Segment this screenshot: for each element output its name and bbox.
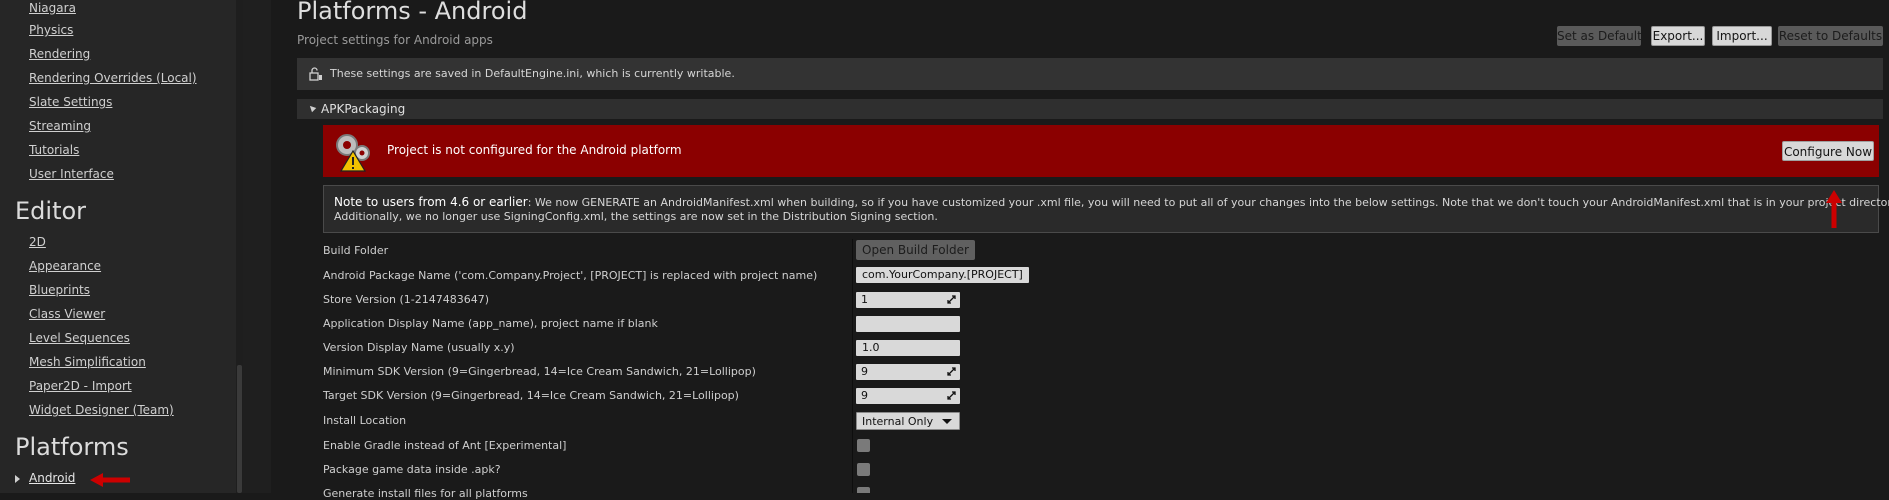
sidebar-item-rendering-overrides[interactable]: Rendering Overrides (Local) [29,71,197,85]
import-button[interactable]: Import... [1712,26,1772,46]
sidebar-item-rendering[interactable]: Rendering [29,47,90,61]
property-label-install-location: Install Location [323,414,407,427]
sidebar-item-slate-settings[interactable]: Slate Settings [29,95,112,109]
red-annotation-arrow-left-icon [90,473,130,487]
gears-warning-icon [336,134,370,172]
panel-gutter [243,0,271,493]
target-sdk-spinbox[interactable]: 9 [856,388,960,404]
chevron-down-icon [942,419,952,424]
config-info-bar: These settings are saved in DefaultEngin… [297,58,1883,90]
install-location-value: Internal Only [862,415,934,428]
category-title: APKPackaging [321,102,406,116]
resize-arrows-icon [947,391,956,400]
unlock-icon [309,67,322,81]
platform-not-configured-banner: Project is not configured for the Androi… [323,125,1879,177]
property-label-version-display: Version Display Name (usually x.y) [323,341,515,354]
property-label-app-name: Application Display Name (app_name), pro… [323,317,658,330]
enable-gradle-checkbox[interactable] [857,439,870,452]
red-annotation-arrow-up-icon [1826,190,1842,228]
resize-arrows-icon [947,367,956,376]
sidebar-item-paper2d-import[interactable]: Paper2D - Import [29,379,132,393]
sidebar-item-level-sequences[interactable]: Level Sequences [29,331,130,345]
target-sdk-value: 9 [861,389,868,402]
section-heading-platforms: Platforms [15,433,129,461]
collapse-arrow-icon [307,103,317,113]
property-label-store-version: Store Version (1-2147483647) [323,293,490,306]
set-as-default-button[interactable]: Set as Default [1557,26,1642,46]
sidebar-item-widget-designer[interactable]: Widget Designer (Team) [29,403,174,417]
page-subtitle: Project settings for Android apps [297,33,493,47]
resize-arrows-icon [947,295,956,304]
sidebar-item-blueprints[interactable]: Blueprints [29,283,90,297]
property-label-build-folder: Build Folder [323,244,389,257]
sidebar-item-niagara[interactable]: Niagara [29,1,76,15]
property-column-divider[interactable] [852,239,853,493]
sidebar-item-streaming[interactable]: Streaming [29,119,91,133]
sidebar-item-android[interactable]: Android [15,471,75,485]
note-body: : We now GENERATE an AndroidManifest.xml… [527,196,1889,209]
sidebar-item-physics[interactable]: Physics [29,23,73,37]
package-name-field[interactable]: com.YourCompany.[PROJECT] [856,267,1029,283]
property-label-package-name: Android Package Name ('com.Company.Proje… [323,269,818,282]
package-data-checkbox[interactable] [857,463,870,476]
sidebar-item-tutorials[interactable]: Tutorials [29,143,79,157]
property-label-min-sdk: Minimum SDK Version (9=Gingerbread, 14=I… [323,365,756,378]
property-label-generate-install: Generate install files for all platforms [323,487,528,500]
store-version-spinbox[interactable]: 1 [856,292,960,308]
category-header-apkpackaging[interactable]: APKPackaging [297,99,1883,119]
sidebar-item-appearance[interactable]: Appearance [29,259,101,273]
sidebar-item-user-interface[interactable]: User Interface [29,167,114,181]
settings-sidebar: Niagara Physics Rendering Rendering Over… [0,0,243,493]
generate-install-checkbox[interactable] [857,487,870,493]
min-sdk-value: 9 [861,365,868,378]
section-heading-editor: Editor [15,197,87,225]
store-version-value: 1 [861,293,868,306]
export-button[interactable]: Export... [1651,26,1705,46]
sidebar-scrollbar-thumb[interactable] [237,365,242,493]
version-display-field[interactable]: 1.0 [856,340,960,356]
app-name-field[interactable] [856,316,960,332]
note-line-2: Additionally, we no longer use SigningCo… [334,210,938,223]
install-location-dropdown[interactable]: Internal Only [856,412,960,430]
note-heading: Note to users from 4.6 or earlier [334,195,528,209]
open-build-folder-button[interactable]: Open Build Folder [856,240,975,260]
min-sdk-spinbox[interactable]: 9 [856,364,960,380]
property-label-enable-gradle: Enable Gradle instead of Ant [Experiment… [323,439,567,452]
reset-to-defaults-button[interactable]: Reset to Defaults [1778,26,1883,46]
configure-now-button[interactable]: Configure Now [1782,141,1874,161]
sidebar-item-class-viewer[interactable]: Class Viewer [29,307,105,321]
expand-arrow-icon [15,474,20,483]
property-label-target-sdk: Target SDK Version (9=Gingerbread, 14=Ic… [323,389,739,402]
warning-text: Project is not configured for the Androi… [387,143,682,157]
note-line-1: Note to users from 4.6 or earlier: We no… [334,195,1889,209]
sidebar-item-2d[interactable]: 2D [29,235,46,249]
page-title: Platforms - Android [297,0,528,25]
property-label-package-data: Package game data inside .apk? [323,463,501,476]
upgrade-note-box: Note to users from 4.6 or earlier: We no… [323,185,1889,233]
sidebar-item-mesh-simplification[interactable]: Mesh Simplification [29,355,146,369]
config-info-text: These settings are saved in DefaultEngin… [330,67,735,80]
